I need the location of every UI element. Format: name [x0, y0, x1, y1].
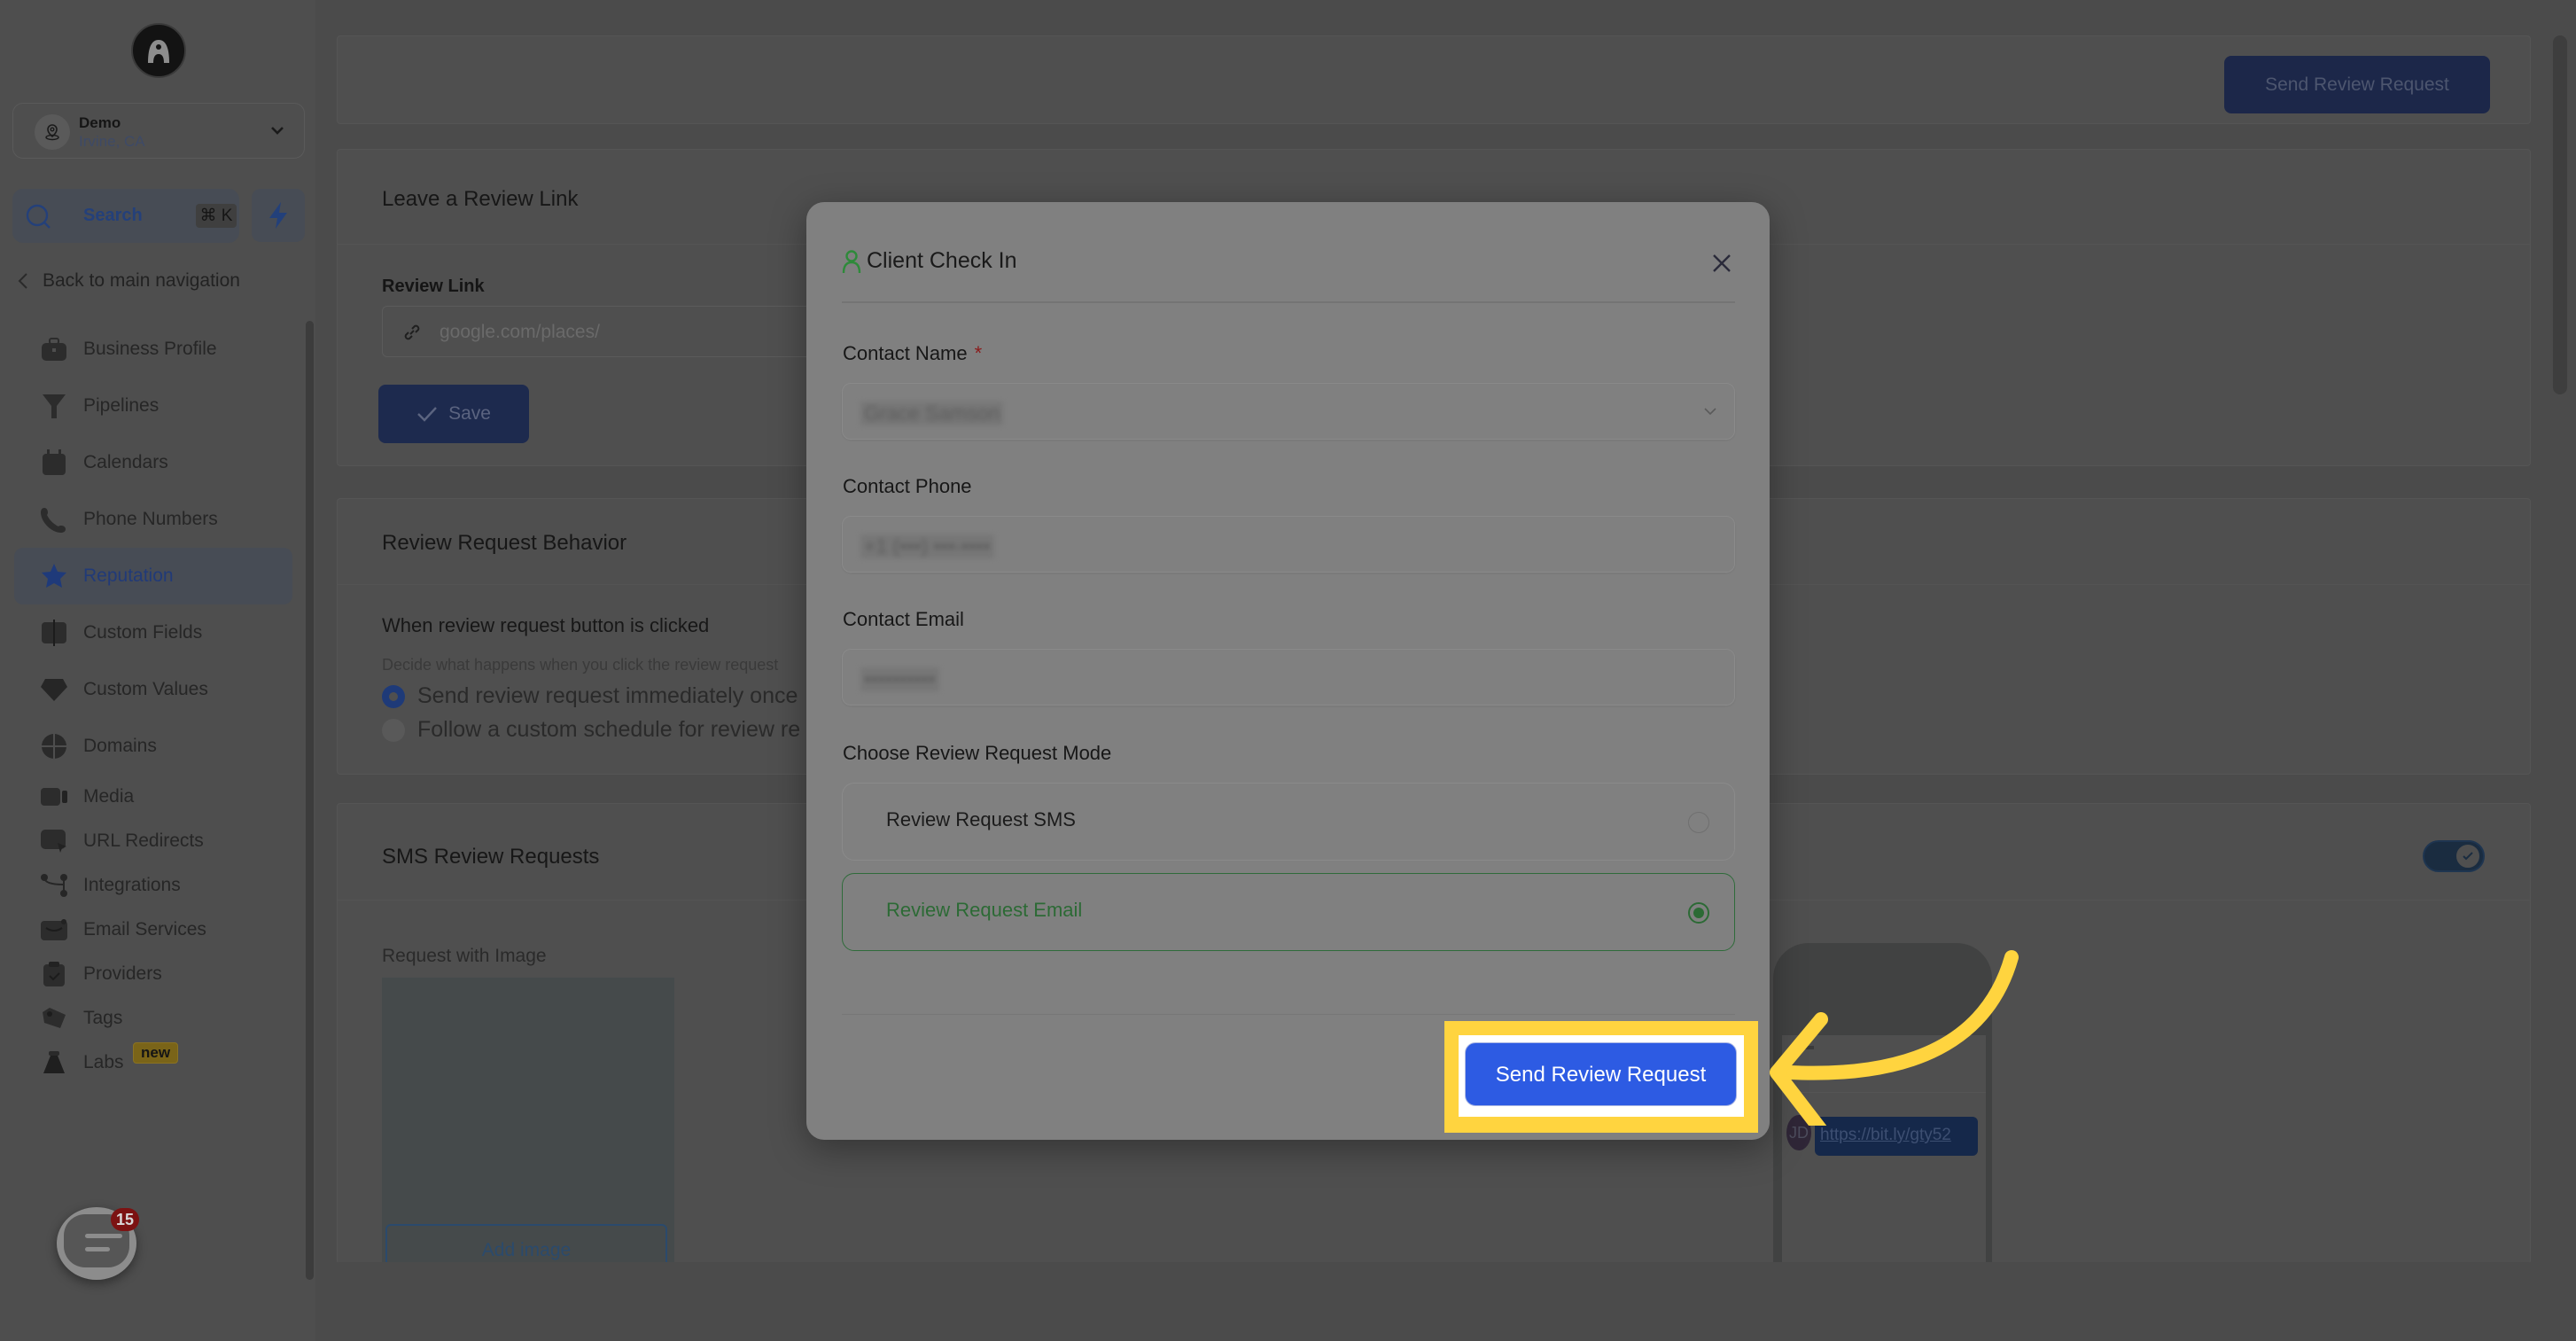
sidebar-item-url-redirects[interactable]: URL Redirects [14, 819, 292, 863]
radio-unselected[interactable] [382, 718, 405, 742]
check-icon [417, 407, 437, 422]
settings-nav: Business Profile Pipelines Calendars Pho… [14, 321, 292, 1085]
contact-phone-label: Contact Phone [843, 475, 972, 497]
save-label: Save [448, 403, 491, 424]
sidebar-item-business-profile[interactable]: Business Profile [14, 321, 292, 378]
sidebar-item-custom-fields[interactable]: Custom Fields [14, 604, 292, 661]
location-pin-icon [35, 114, 70, 150]
location-switcher[interactable]: Demo Irvine, CA [12, 103, 305, 159]
behavior-description: Decide what happens when you click the r… [382, 656, 779, 674]
sidebar-item-providers[interactable]: Providers [14, 952, 292, 996]
mode-option-sms[interactable]: Review Request SMS [842, 783, 1735, 861]
sidebar-item-media[interactable]: Media [14, 775, 292, 819]
video-icon [39, 782, 69, 812]
location-name: Demo [79, 114, 121, 131]
radio-unselected[interactable] [1688, 812, 1709, 833]
search-label: Search [83, 206, 143, 225]
radio-selected[interactable] [382, 684, 405, 708]
main-scrollbar[interactable] [2553, 35, 2567, 394]
behavior-question: When review request button is clicked [382, 614, 710, 636]
tag-icon [39, 1003, 69, 1033]
chat-unread-badge: 15 [111, 1208, 139, 1231]
link-icon [404, 324, 420, 340]
sms-message-bubble: https://bit.ly/gty52 [1815, 1117, 1978, 1156]
quick-actions-button[interactable] [252, 189, 305, 242]
back-label: Back to main navigation [43, 270, 240, 291]
back-to-main-navigation[interactable]: Back to main navigation [18, 270, 240, 292]
app-logo[interactable] [131, 23, 186, 78]
sms-phone-preview [1773, 943, 1992, 1337]
logo-icon [148, 40, 169, 63]
behavior-option-custom-schedule[interactable]: Follow a custom schedule for review re [382, 717, 800, 743]
sidebar-item-labs[interactable]: Labs new [14, 1041, 292, 1085]
card-title: Review Request Behavior [382, 531, 627, 555]
contact-name-select[interactable]: Grace Samson [842, 383, 1735, 440]
sidebar-item-email-services[interactable]: Email Services [14, 908, 292, 952]
sidebar: Demo Irvine, CA Search ⌘ K Back to main … [0, 0, 315, 1341]
check-icon [2463, 852, 2473, 861]
sms-requests-toggle[interactable] [2423, 840, 2485, 872]
review-link-placeholder: google.com/places/ [440, 322, 600, 342]
review-link-input[interactable]: google.com/places/ [382, 306, 878, 357]
calendar-icon [39, 448, 69, 478]
page-header [337, 35, 2531, 124]
sidebar-item-phone-numbers[interactable]: Phone Numbers [14, 491, 292, 548]
star-icon [39, 561, 69, 591]
card-title: Leave a Review Link [382, 187, 579, 211]
email-icon [39, 915, 69, 945]
sidebar-item-tags[interactable]: Tags [14, 996, 292, 1041]
search-shortcut: ⌘ K [196, 204, 237, 228]
card-title: SMS Review Requests [382, 845, 600, 869]
chevron-left-icon [18, 273, 27, 289]
user-icon [842, 249, 861, 273]
send-review-request-button[interactable]: Send Review Request [1465, 1042, 1737, 1106]
location-subtitle: Irvine, CA [79, 133, 145, 150]
message-link[interactable]: https://bit.ly/gty52 [1820, 1126, 1951, 1145]
contact-phone-value: +1 (•••) •••-•••• [860, 534, 994, 558]
funnel-icon [39, 391, 69, 421]
flask-icon [39, 1048, 69, 1078]
briefcase-icon [39, 334, 69, 364]
phone-icon [39, 504, 69, 534]
contact-email-value: •••••••••• [860, 667, 939, 691]
contact-phone-input[interactable]: +1 (•••) •••-•••• [842, 516, 1735, 573]
chevron-down-icon [1704, 408, 1716, 416]
sidebar-item-calendars[interactable]: Calendars [14, 434, 292, 491]
lightning-icon [269, 202, 287, 229]
globe-icon [39, 731, 69, 761]
radio-selected[interactable] [1688, 902, 1709, 924]
new-badge: new [133, 1042, 179, 1064]
search-icon [26, 204, 51, 229]
contact-name-label: Contact Name * [843, 342, 983, 364]
request-with-image-label: Request with Image [382, 946, 547, 966]
clipboard-icon [39, 959, 69, 989]
sidebar-item-pipelines[interactable]: Pipelines [14, 378, 292, 434]
close-icon[interactable] [1708, 250, 1735, 277]
modal-title: Client Check In [842, 248, 1017, 274]
sidebar-item-domains[interactable]: Domains [14, 718, 292, 775]
client-check-in-modal: Client Check In Contact Name * Grace Sams… [806, 202, 1770, 1140]
sidebar-item-integrations[interactable]: Integrations [14, 863, 292, 908]
integrations-icon [39, 870, 69, 900]
redirect-icon [39, 826, 69, 856]
save-button[interactable]: Save [378, 385, 529, 443]
contact-email-label: Contact Email [843, 608, 964, 630]
chevron-down-icon [271, 127, 284, 135]
required-marker: * [974, 342, 983, 364]
contact-name-value: Grace Samson [860, 402, 1004, 425]
custom-fields-icon [39, 618, 69, 648]
avatar: JD [1786, 1115, 1811, 1150]
mode-option-email[interactable]: Review Request Email [842, 873, 1735, 951]
diamond-icon [39, 674, 69, 705]
sidebar-item-reputation[interactable]: Reputation [14, 548, 292, 604]
behavior-option-immediate[interactable]: Send review request immediately once [382, 683, 798, 709]
review-link-label: Review Link [382, 277, 485, 296]
sidebar-item-custom-values[interactable]: Custom Values [14, 661, 292, 718]
header-send-review-request-button[interactable]: Send Review Request [2224, 56, 2490, 113]
review-mode-label: Choose Review Request Mode [843, 742, 1112, 764]
search-button[interactable]: Search ⌘ K [12, 189, 239, 243]
sidebar-scrollbar[interactable] [306, 321, 314, 1280]
contact-email-input[interactable]: •••••••••• [842, 649, 1735, 706]
